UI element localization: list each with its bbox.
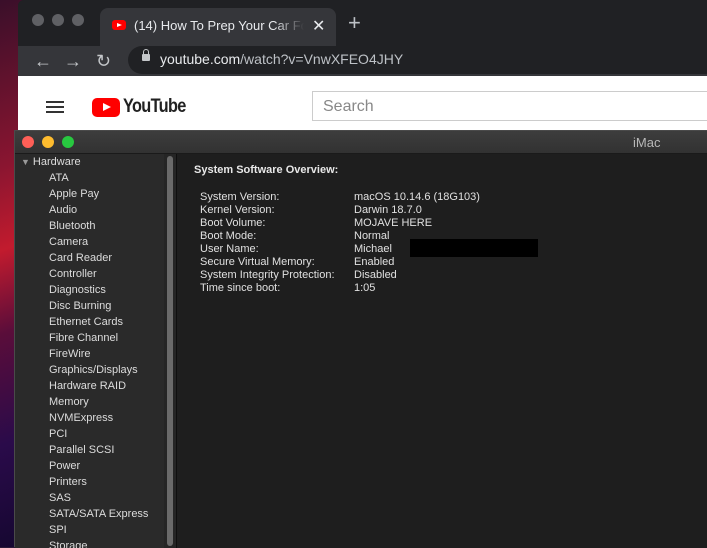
url-text[interactable]: youtube.com/watch?v=VnwXFEO4JHY (160, 51, 403, 67)
sidebar-item-spi[interactable]: SPI (49, 522, 148, 538)
hardware-sidebar: ▼ Hardware ATA Apple Pay Audio Bluetooth Came… (15, 154, 164, 548)
back-arrow-icon[interactable]: ← (34, 50, 52, 72)
window-zoom-button[interactable] (62, 136, 74, 148)
overview-value: macOS 10.14.6 (18G103) (354, 191, 480, 203)
reload-icon[interactable]: ↻ (96, 50, 111, 72)
overview-key: Boot Volume: (200, 217, 266, 229)
sidebar-item-sas[interactable]: SAS (49, 490, 148, 506)
sidebar-section-hardware[interactable]: ▼ Hardware (21, 156, 81, 168)
overview-key: Boot Mode: (200, 230, 257, 242)
system-information-window: iMac ▼ Hardware ATA Apple Pay Audio Bluetoot… (14, 130, 707, 548)
tab-title: (14) How To Prep Your Car For (134, 18, 304, 36)
address-bar[interactable]: youtube.com/watch?v=VnwXFEO4JHY (128, 46, 707, 74)
sidebar-item-list: ATA Apple Pay Audio Bluetooth Camera Card Rea… (49, 170, 148, 548)
window-titlebar: iMac (15, 131, 707, 154)
browser-minimize-button[interactable] (52, 14, 64, 26)
sidebar-item-audio[interactable]: Audio (49, 202, 148, 218)
overview-value: Disabled (354, 269, 397, 281)
window-title: iMac (633, 135, 661, 150)
hamburger-menu-icon[interactable] (46, 101, 64, 113)
sidebar-item-hardware-raid[interactable]: Hardware RAID (49, 378, 148, 394)
overview-title: System Software Overview: (194, 164, 339, 176)
overview-key: System Integrity Protection: (200, 269, 335, 281)
sidebar-item-parallel-scsi[interactable]: Parallel SCSI (49, 442, 148, 458)
sidebar-item-memory[interactable]: Memory (49, 394, 148, 410)
overview-value: Michael (354, 243, 392, 255)
sidebar-section-label: Hardware (32, 156, 81, 168)
browser-toolbar: ← → ↻ youtube.com/watch?v=VnwXFEO4JHY (18, 46, 707, 76)
sidebar-item-diagnostics[interactable]: Diagnostics (49, 282, 148, 298)
sidebar-item-pci[interactable]: PCI (49, 426, 148, 442)
disclosure-triangle-icon[interactable]: ▼ (21, 157, 30, 167)
youtube-search-box (312, 91, 707, 122)
sidebar-item-bluetooth[interactable]: Bluetooth (49, 218, 148, 234)
overview-value: MOJAVE HERE (354, 217, 433, 229)
overview-value: Darwin 18.7.0 (354, 204, 422, 216)
overview-key: System Version: (200, 191, 280, 203)
scrollbar-thumb[interactable] (167, 156, 173, 546)
detail-pane: System Software Overview: System Version… (177, 154, 707, 548)
sidebar-item-controller[interactable]: Controller (49, 266, 148, 282)
overview-key: Secure Virtual Memory: (200, 256, 315, 268)
browser-tab-youtube[interactable]: (14) How To Prep Your Car For ✕ (100, 8, 336, 46)
sidebar-item-fibre-channel[interactable]: Fibre Channel (49, 330, 148, 346)
youtube-favicon-icon (112, 20, 126, 30)
sidebar-item-card-reader[interactable]: Card Reader (49, 250, 148, 266)
window-minimize-button[interactable] (42, 136, 54, 148)
sidebar-item-firewire[interactable]: FireWire (49, 346, 148, 362)
window-close-button[interactable] (22, 136, 34, 148)
youtube-search-input[interactable] (313, 92, 685, 122)
sidebar-item-camera[interactable]: Camera (49, 234, 148, 250)
youtube-logo[interactable]: YouTube (92, 96, 186, 118)
sidebar-item-power[interactable]: Power (49, 458, 148, 474)
url-path: /watch?v=VnwXFEO4JHY (240, 51, 404, 67)
sidebar-item-printers[interactable]: Printers (49, 474, 148, 490)
new-tab-button[interactable]: + (348, 12, 361, 34)
overview-value: Normal (354, 230, 390, 242)
sidebar-scrollbar[interactable] (164, 154, 176, 548)
tab-close-icon[interactable]: ✕ (312, 16, 325, 36)
overview-key: Time since boot: (200, 282, 281, 294)
forward-arrow-icon[interactable]: → (64, 50, 82, 72)
overview-key: User Name: (200, 243, 259, 255)
url-host: youtube.com (160, 51, 241, 67)
redaction-bar (410, 239, 538, 257)
sidebar-item-nvmexpress[interactable]: NVMExpress (49, 410, 148, 426)
youtube-play-icon (92, 98, 120, 117)
lock-icon[interactable] (142, 49, 150, 61)
sidebar-item-sata-sata-express[interactable]: SATA/SATA Express (49, 506, 148, 522)
youtube-header: YouTube (18, 76, 707, 136)
sidebar-item-apple-pay[interactable]: Apple Pay (49, 186, 148, 202)
tab-strip: (14) How To Prep Your Car For ✕ + (18, 0, 707, 46)
sidebar-item-ata[interactable]: ATA (49, 170, 148, 186)
overview-value: Enabled (354, 256, 395, 268)
sidebar-item-disc-burning[interactable]: Disc Burning (49, 298, 148, 314)
sidebar-item-ethernet-cards[interactable]: Ethernet Cards (49, 314, 148, 330)
overview-key: Kernel Version: (200, 204, 275, 216)
overview-value: 1:05 (354, 282, 376, 294)
sidebar-item-graphics-displays[interactable]: Graphics/Displays (49, 362, 148, 378)
browser-close-button[interactable] (32, 14, 44, 26)
browser-zoom-button[interactable] (72, 14, 84, 26)
youtube-wordmark: YouTube (123, 96, 186, 117)
